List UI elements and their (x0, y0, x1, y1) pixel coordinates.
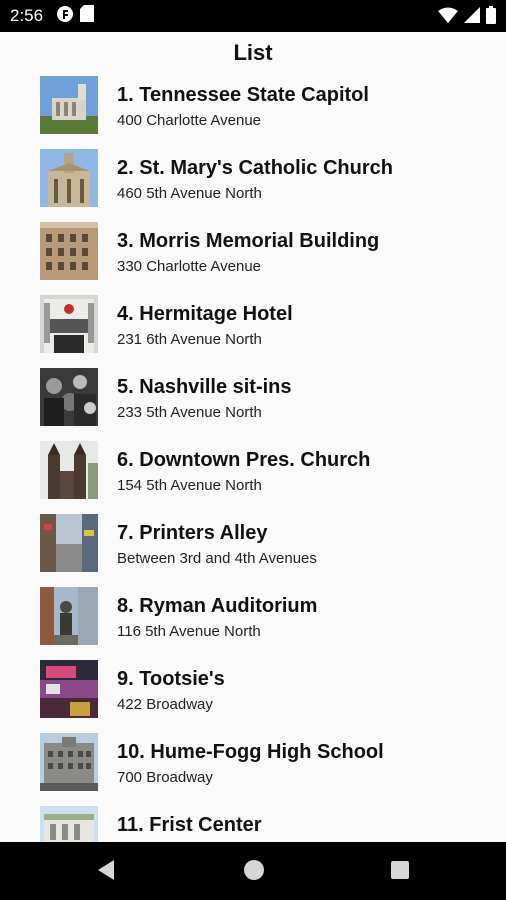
wifi-icon (438, 7, 458, 28)
thumbnail-image (40, 295, 98, 353)
recents-icon[interactable] (391, 861, 409, 884)
item-address: 460 5th Avenue North (117, 185, 262, 202)
item-address: 700 Broadway (117, 769, 213, 786)
battery-icon (486, 6, 496, 29)
back-icon[interactable] (96, 859, 116, 886)
thumbnail-image (40, 514, 98, 572)
list-item[interactable]: 3. Morris Memorial Building 330 Charlott… (0, 222, 506, 286)
list-item[interactable]: 11. Frist Center (0, 806, 506, 842)
item-title: 5. Nashville sit-ins (117, 376, 292, 398)
item-title: 7. Printers Alley (117, 522, 268, 544)
list-item[interactable]: 10. Hume-Fogg High School 700 Broadway (0, 733, 506, 797)
list-item[interactable]: 7. Printers Alley Between 3rd and 4th Av… (0, 514, 506, 578)
thumbnail-image (40, 733, 98, 791)
item-address: 422 Broadway (117, 696, 213, 713)
thumbnail-image (40, 441, 98, 499)
sd-card-icon (80, 5, 94, 27)
item-title: 1. Tennessee State Capitol (117, 84, 369, 106)
list-item[interactable]: 4. Hermitage Hotel 231 6th Avenue North (0, 295, 506, 359)
item-title: 11. Frist Center (117, 814, 262, 836)
status-bar: 2:56 (0, 0, 506, 32)
item-address: 116 5th Avenue North (117, 623, 261, 640)
status-time: 2:56 (10, 6, 44, 25)
list-item[interactable]: 2. St. Mary's Catholic Church 460 5th Av… (0, 149, 506, 213)
item-title: 4. Hermitage Hotel (117, 303, 293, 325)
thumbnail-image (40, 76, 98, 134)
item-title: 2. St. Mary's Catholic Church (117, 157, 393, 179)
item-address: 400 Charlotte Avenue (117, 112, 262, 129)
list-item[interactable]: 9. Tootsie's 422 Broadway (0, 660, 506, 724)
item-title: 10. Hume-Fogg High School (117, 741, 384, 763)
list-item[interactable]: 1. Tennessee State Capitol 400 Charlotte… (0, 76, 506, 140)
item-title: 6. Downtown Pres. Church (117, 449, 371, 471)
places-list: 1. Tennessee State Capitol 400 Charlotte… (0, 76, 506, 842)
navigation-bar (0, 842, 506, 900)
thumbnail-image (40, 149, 98, 207)
item-title: 3. Morris Memorial Building (117, 230, 380, 252)
home-icon[interactable] (243, 859, 265, 886)
thumbnail-image (40, 368, 98, 426)
app-f-icon (56, 5, 74, 28)
list-item[interactable]: 6. Downtown Pres. Church 154 5th Avenue … (0, 441, 506, 505)
item-address: 330 Charlotte Avenue (117, 258, 262, 275)
thumbnail-image (40, 587, 98, 645)
thumbnail-image (40, 806, 98, 842)
item-title: 8. Ryman Auditorium (117, 595, 318, 617)
list-item[interactable]: 5. Nashville sit-ins 233 5th Avenue Nort… (0, 368, 506, 432)
item-address: 154 5th Avenue North (117, 477, 262, 494)
item-address: 231 6th Avenue North (117, 331, 262, 348)
page-title: List (233, 40, 273, 65)
signal-icon (464, 7, 480, 28)
list-item[interactable]: 8. Ryman Auditorium 116 5th Avenue North (0, 587, 506, 651)
item-address: 233 5th Avenue North (117, 404, 262, 421)
item-address: Between 3rd and 4th Avenues (117, 550, 317, 567)
item-title: 9. Tootsie's (117, 668, 225, 690)
thumbnail-image (40, 660, 98, 718)
thumbnail-image (40, 222, 98, 280)
